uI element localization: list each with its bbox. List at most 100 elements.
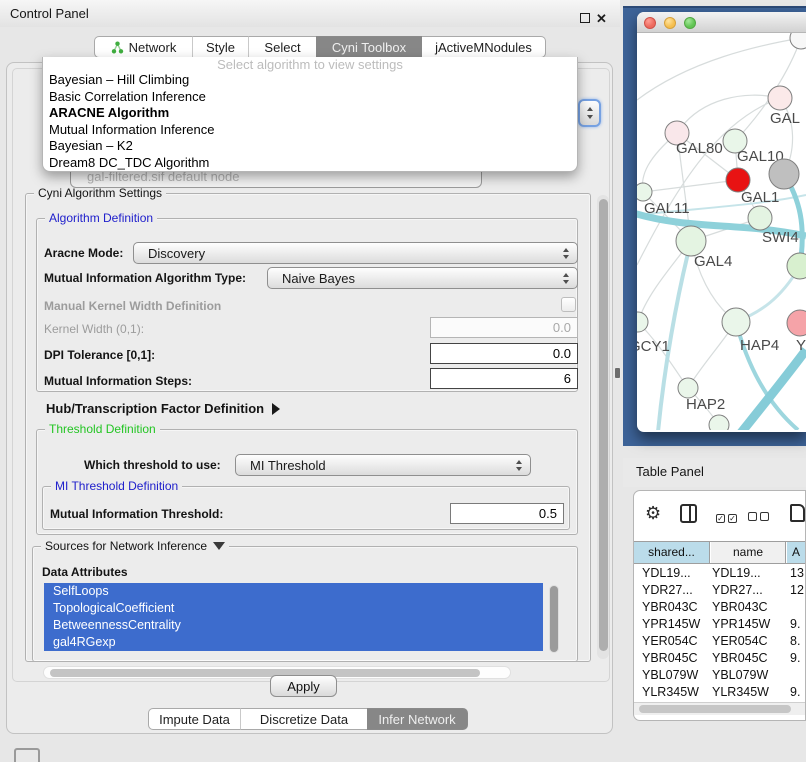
algorithm-option[interactable]: ARACNE Algorithm: [43, 105, 577, 122]
network-node[interactable]: [709, 415, 729, 430]
combo-down-icon: [516, 467, 522, 471]
apply-button[interactable]: Apply: [270, 675, 337, 697]
threshold-definition-title: Threshold Definition: [45, 422, 160, 436]
network-node[interactable]: [787, 253, 806, 279]
combo-up-icon: [516, 460, 522, 464]
minimize-traffic-light-icon[interactable]: [664, 17, 676, 29]
kernel-width-field[interactable]: [430, 317, 578, 338]
table-cell: YBR043C: [642, 599, 710, 616]
table-row[interactable]: YBR045CYBR045C9.: [634, 650, 806, 667]
tab-cyni-toolbox[interactable]: Cyni Toolbox: [316, 36, 422, 58]
scrollbar-thumb[interactable]: [639, 705, 791, 713]
mi-algorithm-type-combo[interactable]: Naive Bayes: [267, 267, 578, 289]
deselect-all-columns-icon[interactable]: [748, 508, 772, 526]
settings-vertical-scrollbar[interactable]: [597, 195, 609, 659]
network-node-gcy1[interactable]: [637, 312, 648, 332]
attributes-vertical-scrollbar[interactable]: [549, 585, 559, 653]
table-header-row: shared... name A: [634, 541, 806, 564]
data-attribute-item[interactable]: gal4RGexp: [44, 634, 543, 651]
network-canvas[interactable]: GALGAL80GAL10GAL1GAL11SWI4GAL4GCY1HAP4YH…: [637, 33, 806, 430]
tab-style[interactable]: Style: [192, 36, 248, 58]
expand-down-icon: [213, 542, 225, 550]
table-panel-window: ⚙ ✓✓ shared... name A YDL19...YDL19...13…: [633, 490, 806, 721]
network-node-gal11[interactable]: [637, 183, 652, 201]
tab-jactivemnodules[interactable]: jActiveMNodules: [422, 36, 546, 58]
node-label: GAL1: [741, 189, 779, 206]
focused-combo-stepper[interactable]: [578, 99, 601, 127]
data-attribute-item[interactable]: BetweennessCentrality: [44, 617, 543, 634]
network-node-swi4[interactable]: [748, 206, 772, 230]
select-all-columns-icon[interactable]: ✓✓: [716, 508, 740, 526]
column-layout-icon[interactable]: [680, 504, 697, 523]
mi-steps-field[interactable]: [430, 368, 578, 389]
tab-select[interactable]: Select: [248, 36, 316, 58]
close-panel-icon[interactable]: ✕: [596, 11, 607, 27]
network-node-gal4[interactable]: [676, 226, 706, 256]
node-label: GCY1: [637, 338, 670, 355]
table-row[interactable]: YBL079WYBL079W: [634, 667, 806, 684]
algorithm-option[interactable]: Mutual Information Inference: [43, 122, 577, 139]
table-row[interactable]: YBR043CYBR043C: [634, 599, 806, 616]
dpi-tolerance-field[interactable]: [430, 343, 578, 364]
column-header-shared-name[interactable]: shared...: [634, 542, 710, 563]
control-panel-titlebar: Control Panel ✕: [0, 0, 620, 27]
algorithm-option[interactable]: Dream8 DC_TDC Algorithm: [43, 155, 577, 172]
minimized-panel-icon[interactable]: [14, 748, 40, 762]
tab-impute-data[interactable]: Impute Data: [148, 708, 240, 730]
data-attributes-label: Data Attributes: [42, 565, 128, 579]
manual-kernel-width-checkbox[interactable]: [561, 297, 576, 312]
table-horizontal-scrollbar[interactable]: [634, 702, 806, 715]
algorithm-option[interactable]: Bayesian – Hill Climbing: [43, 72, 577, 89]
aracne-mode-combo[interactable]: Discovery: [133, 242, 578, 264]
table-row[interactable]: YLR345WYLR345W9.: [634, 684, 806, 701]
tab-discretize-data-label: Discretize Data: [260, 712, 348, 727]
tab-network[interactable]: Network: [94, 36, 192, 58]
close-traffic-light-icon[interactable]: [644, 17, 656, 29]
tab-select-label: Select: [264, 40, 300, 55]
algorithm-option[interactable]: Basic Correlation Inference: [43, 89, 577, 106]
table-settings-gear-icon[interactable]: ⚙: [645, 503, 661, 524]
which-threshold-combo[interactable]: MI Threshold: [235, 454, 531, 476]
node-label: GAL4: [694, 253, 732, 270]
scrollbar-thumb[interactable]: [599, 199, 608, 651]
zoom-traffic-light-icon[interactable]: [684, 17, 696, 29]
table-cell: 8.: [790, 633, 806, 650]
table-row[interactable]: YER054CYER054C8.: [634, 633, 806, 650]
data-attribute-item[interactable]: TopologicalCoefficient: [44, 600, 543, 617]
table-row[interactable]: YPR145WYPR145W9.: [634, 616, 806, 633]
network-node[interactable]: [769, 159, 799, 189]
table-cell: YLR345W: [712, 684, 786, 701]
panel-splitter-handle[interactable]: [615, 368, 620, 378]
network-node-y[interactable]: [787, 310, 806, 336]
float-window-icon[interactable]: [580, 13, 590, 23]
algorithm-dropdown-list: Select algorithm to view settings Bayesi…: [42, 57, 578, 172]
table-row[interactable]: YDL19...YDL19...13: [634, 565, 806, 582]
data-attribute-item[interactable]: SelfLoops: [44, 583, 543, 600]
table-row[interactable]: YDR27...YDR27...12: [634, 582, 806, 599]
scrollbar-thumb[interactable]: [50, 669, 480, 677]
tab-discretize-data[interactable]: Discretize Data: [240, 708, 367, 730]
data-attributes-list: SelfLoopsTopologicalCoefficientBetweenne…: [44, 583, 566, 656]
sources-group-header[interactable]: Sources for Network Inference: [41, 539, 229, 553]
hub-section-toggle[interactable]: Hub/Transcription Factor Definition: [46, 401, 280, 416]
mi-threshold-group-title: MI Threshold Definition: [51, 479, 182, 493]
column-header-name[interactable]: name: [711, 542, 786, 563]
network-node-hap2[interactable]: [678, 378, 698, 398]
aracne-mode-label: Aracne Mode:: [44, 246, 123, 260]
network-node-hap4[interactable]: [722, 308, 750, 336]
column-header-partial[interactable]: A: [787, 542, 806, 563]
network-node-gal[interactable]: [768, 86, 792, 110]
network-node[interactable]: [790, 33, 806, 49]
table-cell: YBR043C: [712, 599, 786, 616]
scrollbar-thumb[interactable]: [550, 586, 558, 652]
mi-threshold-field[interactable]: [450, 503, 564, 524]
new-table-icon[interactable]: [790, 504, 805, 522]
table-cell: 13: [790, 565, 806, 582]
table-panel-titlebar: Table Panel: [623, 458, 806, 487]
network-window-titlebar[interactable]: [637, 12, 806, 33]
algorithm-option[interactable]: Bayesian – K2: [43, 138, 577, 155]
algorithm-dropdown-items: Bayesian – Hill ClimbingBasic Correlatio…: [43, 72, 577, 172]
tab-infer-network[interactable]: Infer Network: [367, 708, 468, 730]
table-cell: YBL079W: [642, 667, 710, 684]
network-nodes[interactable]: GALGAL80GAL10GAL1GAL11SWI4GAL4GCY1HAP4YH…: [637, 33, 806, 430]
